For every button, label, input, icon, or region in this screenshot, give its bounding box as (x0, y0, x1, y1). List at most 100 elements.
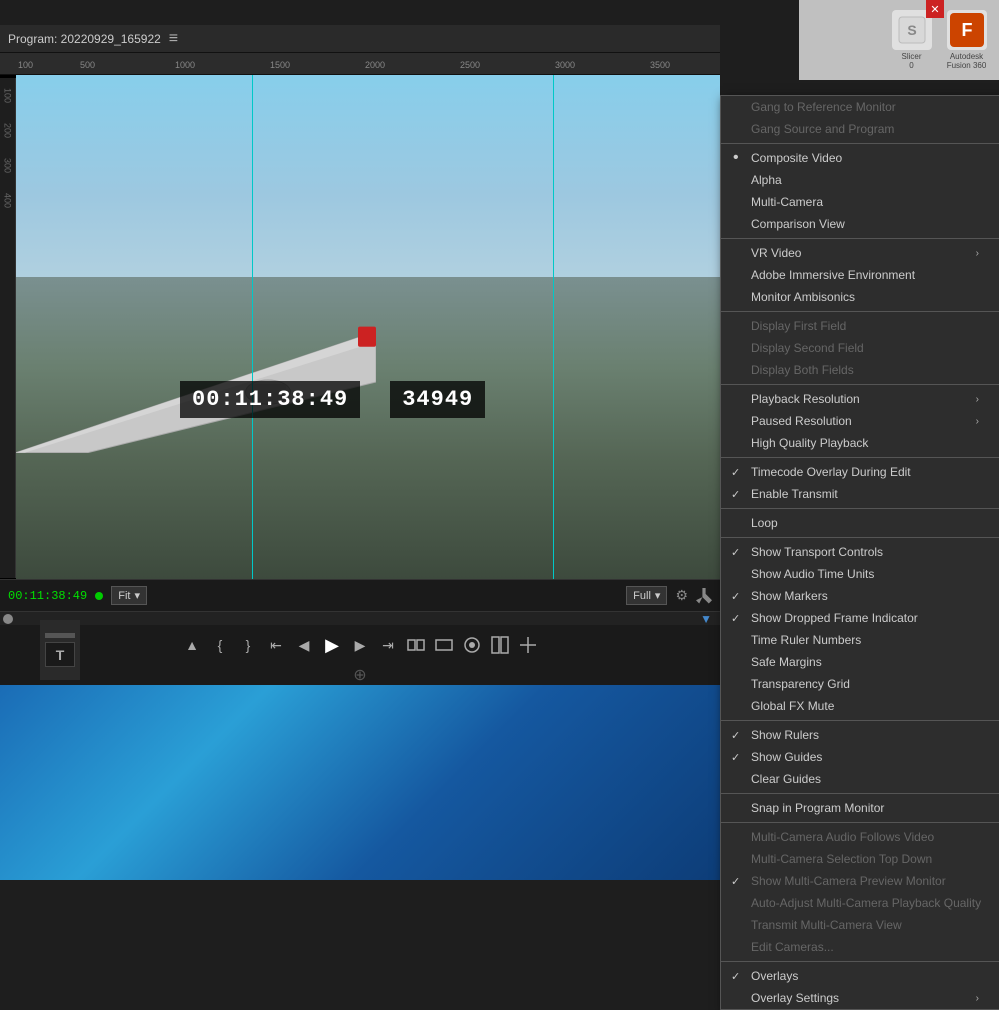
ruler-marks: 100 500 1000 1500 2000 2500 3000 3500 (0, 53, 720, 74)
go-to-out-button[interactable]: ⇥ (377, 634, 399, 656)
menu-item-label: Show Rulers (751, 728, 819, 742)
svg-text:S: S (907, 22, 916, 38)
menu-item-label: VR Video (751, 246, 801, 260)
menu-separator (721, 537, 999, 538)
trim-button[interactable] (517, 634, 539, 656)
menu-separator (721, 238, 999, 239)
settings-icon[interactable]: ⚙ (675, 587, 688, 604)
menu-item-label: Display First Field (751, 319, 846, 333)
fusion360-app-icon[interactable]: F AutodeskFusion 360 (939, 10, 994, 70)
fit-dropdown[interactable]: Fit ▾ (111, 586, 147, 605)
menu-item-transparency-grid[interactable]: Transparency Grid (721, 673, 999, 695)
menu-item-label: Show Transport Controls (751, 545, 883, 559)
menu-item-global-fx-mute[interactable]: Global FX Mute (721, 695, 999, 717)
status-dot (95, 592, 103, 600)
menu-item-label: Edit Cameras... (751, 940, 834, 954)
app-close-button[interactable]: ✕ (926, 0, 944, 18)
timeline-ruler: 100 500 1000 1500 2000 2500 3000 3500 (0, 53, 720, 75)
menu-item-label: Timecode Overlay During Edit (751, 465, 911, 479)
menu-item-vr-video[interactable]: VR Video› (721, 242, 999, 264)
insert-button[interactable] (405, 634, 427, 656)
wrench-icon[interactable] (696, 588, 712, 604)
menu-item-label: Multi-Camera Selection Top Down (751, 852, 932, 866)
menu-item-label: Display Second Field (751, 341, 864, 355)
menu-item-label: Show Guides (751, 750, 822, 764)
menu-item-label: Multi-Camera (751, 195, 823, 209)
menu-item-overlays[interactable]: Overlays (721, 965, 999, 987)
transport-bar: ▲ { } ⇤ ◀ ▶ ▶ ⇥ (0, 625, 720, 665)
menu-item-monitor-ambisonics[interactable]: Monitor Ambisonics (721, 286, 999, 308)
menu-item-paused-res[interactable]: Paused Resolution› (721, 410, 999, 432)
menu-item-label: High Quality Playback (751, 436, 868, 450)
sky-bg (16, 75, 720, 277)
ruler-mark-4: 2000 (365, 60, 385, 70)
taskbar-app-icons: S Slicer0 F AutodeskFusion 360 (799, 0, 999, 80)
premiere-panel: Program: 20220929_165922 ≡ 100 500 1000 … (0, 25, 720, 685)
panel-menu-button[interactable]: ≡ (169, 30, 178, 48)
mark-out-button[interactable]: } (237, 634, 259, 656)
menu-separator (721, 457, 999, 458)
step-back-button[interactable]: ◀ (293, 634, 315, 656)
menu-item-label: Safe Margins (751, 655, 822, 669)
timecode-current[interactable]: 00:11:38:49 (8, 589, 87, 603)
mark-in-button[interactable]: { (209, 634, 231, 656)
slicer-app-icon[interactable]: S Slicer0 (884, 10, 939, 70)
menu-separator (721, 508, 999, 509)
menu-item-multicam-audio: Multi-Camera Audio Follows Video (721, 826, 999, 848)
menu-item-show-guides[interactable]: Show Guides (721, 746, 999, 768)
menu-separator (721, 793, 999, 794)
svg-text:F: F (961, 20, 972, 40)
overwrite-button[interactable] (433, 634, 455, 656)
menu-item-hq-playback[interactable]: High Quality Playback (721, 432, 999, 454)
compare-button[interactable] (489, 634, 511, 656)
menu-item-label: Show Audio Time Units (751, 567, 874, 581)
menu-item-time-ruler-numbers[interactable]: Time Ruler Numbers (721, 629, 999, 651)
menu-item-show-markers[interactable]: Show Markers (721, 585, 999, 607)
menu-item-label: Global FX Mute (751, 699, 834, 713)
in-point-button[interactable]: ▲ (181, 634, 203, 656)
menu-item-auto-adjust-multicam: Auto-Adjust Multi-Camera Playback Qualit… (721, 892, 999, 914)
menu-item-gang-source: Gang Source and Program (721, 118, 999, 140)
timecode-overlay-area: 00:11:38:49 34949 (180, 381, 485, 418)
menu-item-playback-res[interactable]: Playback Resolution› (721, 388, 999, 410)
menu-item-timecode-overlay[interactable]: Timecode Overlay During Edit (721, 461, 999, 483)
menu-item-comparison-view[interactable]: Comparison View (721, 213, 999, 235)
play-button[interactable]: ▶ (321, 634, 343, 656)
menu-separator (721, 311, 999, 312)
submenu-arrow-icon: › (976, 993, 979, 1004)
submenu-arrow-icon: › (976, 394, 979, 405)
menu-item-label: Time Ruler Numbers (751, 633, 861, 647)
menu-item-gang-ref: Gang to Reference Monitor (721, 96, 999, 118)
menu-item-show-rulers[interactable]: Show Rulers (721, 724, 999, 746)
menu-item-multicam-selection: Multi-Camera Selection Top Down (721, 848, 999, 870)
menu-item-snap-program[interactable]: Snap in Program Monitor (721, 797, 999, 819)
menu-item-overlay-settings[interactable]: Overlay Settings› (721, 987, 999, 1009)
text-tool-button[interactable]: T (45, 642, 75, 667)
export-frame-button[interactable] (461, 634, 483, 656)
menu-item-label: Show Multi-Camera Preview Monitor (751, 874, 946, 888)
ruler-mark-7: 3500 (650, 60, 670, 70)
menu-item-composite-video[interactable]: Composite Video (721, 147, 999, 169)
quality-dropdown[interactable]: Full ▾ (626, 586, 667, 605)
go-to-in-button[interactable]: ⇤ (265, 634, 287, 656)
menu-item-adobe-immersive[interactable]: Adobe Immersive Environment (721, 264, 999, 286)
menu-item-enable-transmit[interactable]: Enable Transmit (721, 483, 999, 505)
menu-item-alpha[interactable]: Alpha (721, 169, 999, 191)
cue-marker: ▼ (700, 612, 712, 626)
menu-item-multi-camera[interactable]: Multi-Camera (721, 191, 999, 213)
playhead-line-left (252, 75, 253, 579)
timecode-primary: 00:11:38:49 (180, 381, 360, 418)
menu-item-show-audio-time[interactable]: Show Audio Time Units (721, 563, 999, 585)
desktop-landscape (0, 680, 720, 880)
menu-item-clear-guides[interactable]: Clear Guides (721, 768, 999, 790)
menu-item-show-transport[interactable]: Show Transport Controls (721, 541, 999, 563)
menu-item-safe-margins[interactable]: Safe Margins (721, 651, 999, 673)
menu-item-display-second: Display Second Field (721, 337, 999, 359)
menu-item-label: Show Markers (751, 589, 828, 603)
scrub-bar[interactable]: ▼ (0, 611, 720, 625)
add-icon[interactable]: ⊕ (353, 665, 366, 685)
menu-item-loop[interactable]: Loop (721, 512, 999, 534)
menu-item-show-dropped[interactable]: Show Dropped Frame Indicator (721, 607, 999, 629)
step-forward-button[interactable]: ▶ (349, 634, 371, 656)
menu-separator (721, 961, 999, 962)
